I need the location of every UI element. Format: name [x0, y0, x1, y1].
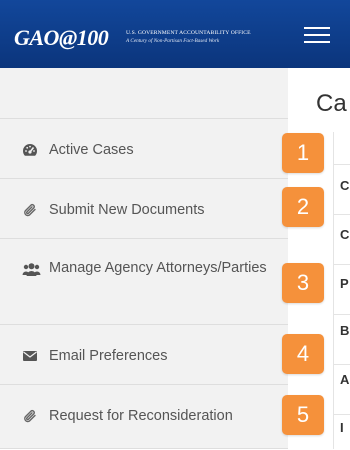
- sidebar-item-label: Request for Reconsideration: [49, 408, 233, 424]
- sidebar-item-manage-agency-attorneys[interactable]: Manage Agency Attorneys/Parties: [0, 238, 288, 324]
- step-badge-2: 2: [282, 187, 324, 227]
- sidebar-item-label: Manage Agency Attorneys/Parties: [49, 260, 267, 276]
- sidebar-item-label: Submit New Documents: [49, 202, 205, 218]
- table-cell: B: [340, 323, 350, 338]
- table-cell: P: [340, 276, 349, 291]
- step-badge-5: 5: [282, 395, 324, 435]
- sidebar-item-submit-new-documents[interactable]: Submit New Documents: [0, 178, 288, 238]
- logo-subtitle-tagline: A Century of Non-Partisan Fact-Based Wor…: [126, 38, 220, 44]
- sidebar-item-request-for-reconsideration[interactable]: Request for Reconsideration: [0, 384, 288, 449]
- step-badge-4: 4: [282, 334, 324, 374]
- sidebar-nav: Active Cases Submit New Documents Manage…: [0, 68, 288, 449]
- tachometer-icon: [23, 144, 38, 156]
- logo-subtitle-agency: U.S. GOVERNMENT ACCOUNTABILITY OFFICE: [126, 30, 251, 36]
- table-cell: I: [340, 420, 344, 435]
- sidebar-item-active-cases[interactable]: Active Cases: [0, 118, 288, 178]
- envelope-icon: [23, 351, 37, 361]
- sidebar-item-label: Email Preferences: [49, 348, 168, 364]
- step-badge-1: 1: [282, 133, 324, 173]
- paperclip-icon: [24, 204, 36, 217]
- sidebar-item-email-preferences[interactable]: Email Preferences: [0, 324, 288, 384]
- table-cell: A: [340, 372, 350, 387]
- top-header: GAO@100 U.S. GOVERNMENT ACCOUNTABILITY O…: [0, 0, 350, 68]
- sidebar-item-label: Active Cases: [49, 142, 134, 158]
- table-row: [333, 314, 350, 365]
- gao-logo[interactable]: GAO@100: [14, 27, 109, 49]
- paperclip-icon: [24, 410, 36, 423]
- page-title: Ca: [316, 90, 347, 117]
- main-content: Ca: [288, 68, 350, 449]
- table-cell: C: [340, 227, 350, 242]
- hamburger-menu-icon[interactable]: [302, 25, 332, 45]
- step-badge-3: 3: [282, 263, 324, 303]
- table-cell: C: [340, 178, 350, 193]
